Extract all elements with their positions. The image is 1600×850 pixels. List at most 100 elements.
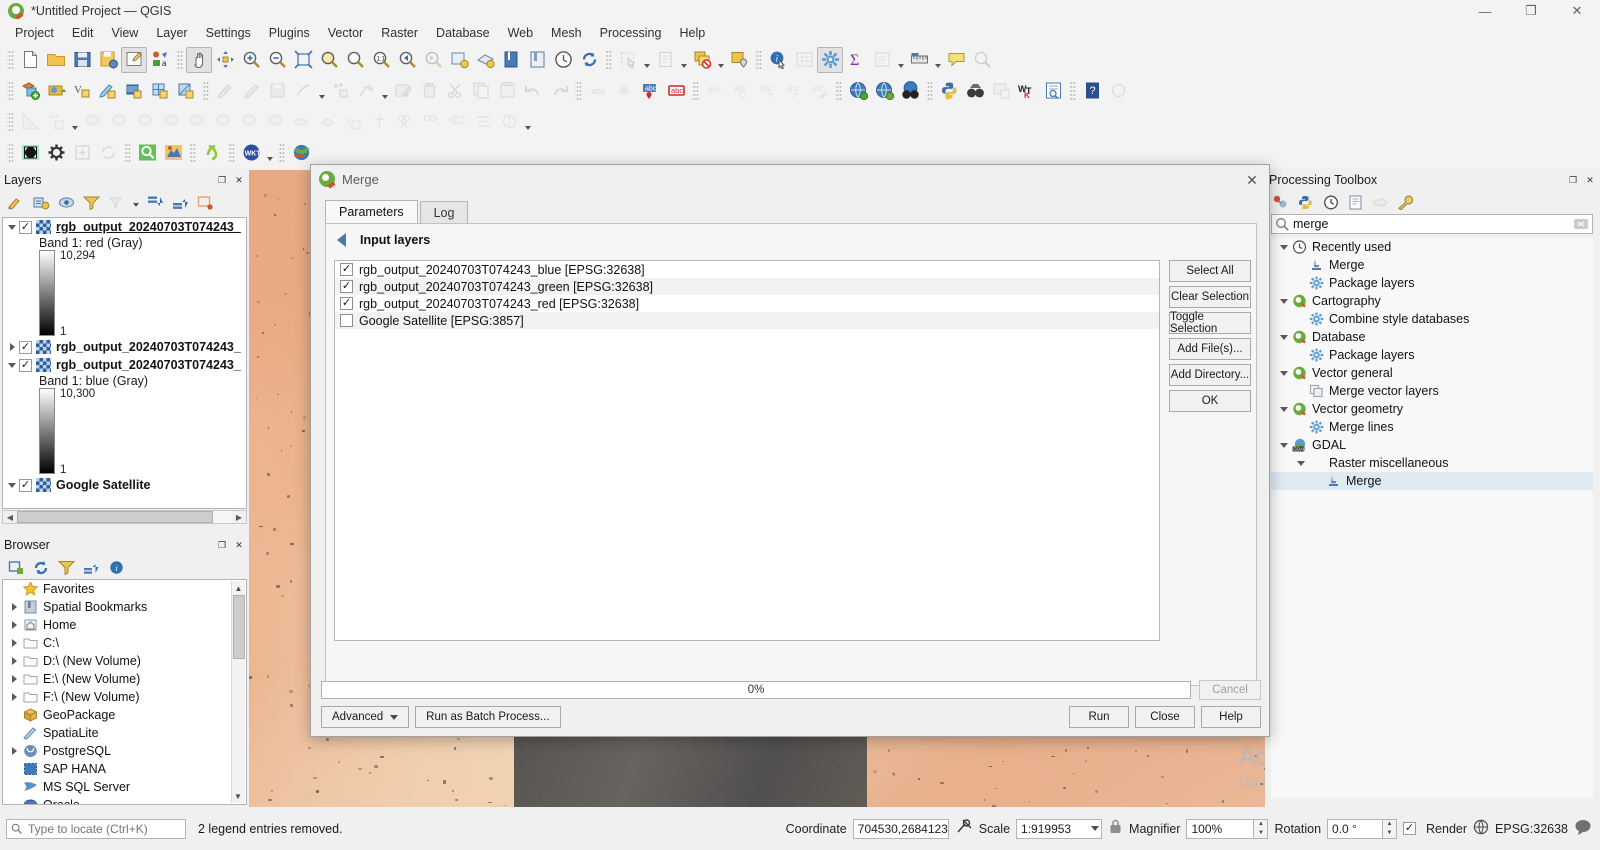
toolbar-grip[interactable] [926, 79, 933, 102]
models-icon[interactable] [1270, 192, 1292, 212]
collapse-left-icon[interactable] [330, 230, 352, 250]
input-layer-row[interactable]: ✓ rgb_output_20240703T074243_blue [EPSG:3… [335, 261, 1159, 278]
magnifier-stepper[interactable]: ▲ ▼ [1254, 818, 1269, 839]
maximize-button[interactable]: ❐ [1508, 0, 1554, 22]
algorithm-row[interactable]: Database [1271, 328, 1593, 346]
browser-vertical-scrollbar[interactable]: ▲ ▼ [231, 581, 245, 803]
binoculars-icon[interactable] [897, 78, 923, 104]
algorithm-row[interactable]: GDAL GDAL [1271, 436, 1593, 454]
processing-algorithms-tree[interactable]: Recently used Merge Package layers Cartogra… [1271, 238, 1593, 798]
algorithm-row[interactable]: Vector geometry [1271, 400, 1593, 418]
save-project-icon[interactable] [69, 47, 95, 73]
save-project-as-icon[interactable] [95, 47, 121, 73]
delete-ring-icon[interactable] [262, 109, 288, 135]
processing-search-box[interactable] [1271, 214, 1593, 234]
highlight-labels-icon[interactable]: abc [663, 78, 689, 104]
add-point-icon[interactable] [43, 109, 69, 135]
menu-vector[interactable]: Vector [319, 24, 372, 42]
toolbar-grip[interactable] [202, 79, 209, 102]
temporal-controller-icon[interactable] [550, 47, 576, 73]
globe-icon[interactable] [1473, 819, 1489, 838]
menu-help[interactable]: Help [670, 24, 714, 42]
show-hide-labels-icon[interactable]: abc [754, 78, 780, 104]
add-mesh-layer-icon[interactable]: V [69, 78, 95, 104]
rotation-field[interactable]: 0.0 ° [1327, 818, 1384, 839]
new-project-icon[interactable] [17, 47, 43, 73]
help-button[interactable]: Help [1201, 706, 1261, 728]
add-point-feature-icon[interactable] [327, 78, 353, 104]
delete-part-icon[interactable] [288, 109, 314, 135]
collapse-all-icon[interactable] [80, 557, 102, 577]
toolbar-grip[interactable] [835, 79, 842, 102]
browser-item[interactable]: MS SQL Server [3, 778, 246, 796]
toolbar-grip[interactable] [1069, 79, 1076, 102]
layer-visibility-checkbox[interactable]: ✓ [19, 358, 32, 372]
pan-to-selection-icon[interactable] [212, 47, 238, 73]
scroll-thumb[interactable] [17, 511, 213, 523]
add-delimited-text-layer-icon[interactable] [95, 78, 121, 104]
close-panel-icon[interactable]: ✕ [1583, 173, 1597, 187]
run-button[interactable]: Run [1069, 706, 1129, 728]
algorithm-row[interactable]: Package layers [1271, 274, 1593, 292]
browser-item[interactable]: F:\ (New Volume) [3, 688, 246, 706]
offset-dropdown[interactable] [522, 109, 533, 135]
input-layer-row[interactable]: ✓ rgb_output_20240703T074243_green [EPSG:… [335, 278, 1159, 295]
zoom-full-icon[interactable] [290, 47, 316, 73]
scroll-left-icon[interactable]: ◀ [3, 511, 17, 523]
add-raster-layer-icon[interactable] [43, 78, 69, 104]
toggle-extents-icon[interactable] [955, 818, 973, 839]
vertex-tool-icon[interactable] [353, 78, 379, 104]
identify-features-icon[interactable]: i [765, 47, 791, 73]
zoom-out-icon[interactable] [264, 47, 290, 73]
open-layer-styling-icon[interactable] [5, 192, 27, 212]
split-parts-icon[interactable] [392, 109, 418, 135]
minimize-button[interactable]: — [1462, 0, 1508, 22]
tab-log[interactable]: Log [419, 201, 469, 223]
rotate-point-symbols-icon[interactable] [470, 109, 496, 135]
deselect-dropdown[interactable] [715, 47, 726, 73]
advanced-button[interactable]: Advanced [321, 706, 410, 728]
rotation-stepper[interactable]: ▲ ▼ [1383, 818, 1398, 839]
select-features-dropdown[interactable] [641, 47, 652, 73]
toolbar-grip[interactable] [124, 141, 131, 164]
undock-icon[interactable]: ❐ [215, 538, 229, 552]
algorithm-row[interactable]: Merge vector layers [1271, 382, 1593, 400]
input-layer-checkbox[interactable]: ✓ [340, 297, 353, 310]
add-line-feature-icon[interactable] [290, 78, 316, 104]
expand-right-icon[interactable] [5, 338, 19, 356]
menu-view[interactable]: View [102, 24, 147, 42]
toolbar-grip[interactable] [7, 141, 14, 164]
raster-calculator-icon[interactable] [988, 78, 1014, 104]
move-label-icon[interactable]: abc [702, 78, 728, 104]
scroll-up-icon[interactable]: ▲ [232, 581, 245, 595]
options-gear-icon[interactable] [43, 140, 69, 166]
algorithm-row[interactable]: Merge [1271, 472, 1593, 490]
measure-dropdown[interactable] [932, 47, 943, 73]
add-wms-layer-icon[interactable] [173, 78, 199, 104]
toolbar-grip[interactable] [189, 141, 196, 164]
undock-icon[interactable]: ❐ [215, 173, 229, 187]
reload-icon[interactable] [95, 140, 121, 166]
processing-search-input[interactable] [1289, 216, 1573, 232]
offset-point-symbol-icon[interactable] [496, 109, 522, 135]
add-tab-icon[interactable] [69, 140, 95, 166]
properties-info-icon[interactable]: i [105, 557, 127, 577]
add-files-button[interactable]: Add File(s)... [1169, 338, 1251, 360]
toolbar-grip[interactable] [755, 48, 762, 71]
merge-attributes-icon[interactable] [444, 109, 470, 135]
add-ring-icon[interactable] [184, 109, 210, 135]
add-feature-dropdown[interactable] [316, 78, 327, 104]
measure-icon[interactable] [17, 109, 43, 135]
browser-item[interactable]: Favorites [3, 580, 246, 598]
expand-right-icon[interactable] [7, 616, 21, 634]
metasearch-icon[interactable] [845, 78, 871, 104]
expand-down-icon[interactable] [1277, 364, 1291, 382]
locator-input[interactable] [26, 820, 185, 837]
expand-right-icon[interactable] [7, 634, 21, 652]
plugin-icon[interactable] [1105, 78, 1131, 104]
expand-right-icon[interactable] [7, 670, 21, 688]
add-spatialite-layer-icon[interactable] [147, 78, 173, 104]
browser-item[interactable]: Home [3, 616, 246, 634]
toolbar-grip[interactable] [176, 48, 183, 71]
zoom-last-icon[interactable] [394, 47, 420, 73]
